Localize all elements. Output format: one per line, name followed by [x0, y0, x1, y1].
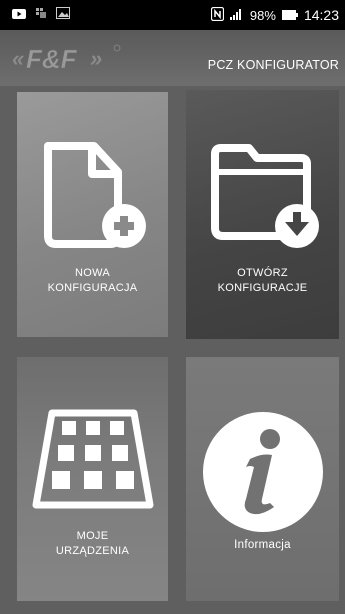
notification-icon: [36, 6, 46, 24]
new-configuration-label-line2: KONFIGURACJA: [47, 282, 138, 294]
open-folder-icon: [201, 132, 325, 250]
clock: 14:23: [303, 7, 339, 23]
information-label: Informacja: [234, 539, 291, 551]
my-devices-label-line1: MOJE: [76, 530, 109, 542]
information-tile[interactable]: Informacja: [186, 357, 339, 601]
svg-text:«: «: [12, 46, 24, 71]
my-devices-label-line2: URZĄDZENIA: [55, 545, 130, 557]
status-bar: 98% 14:23: [0, 0, 345, 30]
my-devices-tile[interactable]: MOJE URZĄDZENIA: [17, 357, 168, 601]
new-file-icon: [34, 136, 152, 252]
open-configuration-label-line2: KONFIGURACJE: [217, 282, 308, 294]
new-configuration-label-line1: NOWA: [74, 267, 110, 279]
battery-icon: [281, 8, 298, 23]
open-configuration-tile[interactable]: OTWÓRZ KONFIGURACJE: [186, 90, 339, 339]
info-icon: [200, 409, 326, 535]
app-title: PCZ KONFIGURATOR: [207, 58, 339, 72]
menu-grid: NOWA KONFIGURACJA OTWÓRZ KONFIGURACJE MO…: [0, 86, 345, 614]
new-configuration-tile[interactable]: NOWA KONFIGURACJA: [17, 92, 168, 337]
svg-text:»: »: [90, 46, 102, 71]
app-header: « F&F » PCZ KONFIGURATOR: [0, 30, 345, 86]
open-configuration-label-line1: OTWÓRZ: [237, 267, 288, 279]
svg-text:F&F: F&F: [26, 44, 78, 74]
ff-logo: « F&F »: [10, 42, 130, 76]
youtube-icon: [12, 6, 26, 24]
gallery-icon: [56, 6, 70, 24]
battery-percent: 98%: [249, 7, 276, 23]
signal-icon: [229, 8, 244, 23]
device-grid-icon: [30, 407, 156, 513]
nfc-icon: [210, 6, 225, 24]
